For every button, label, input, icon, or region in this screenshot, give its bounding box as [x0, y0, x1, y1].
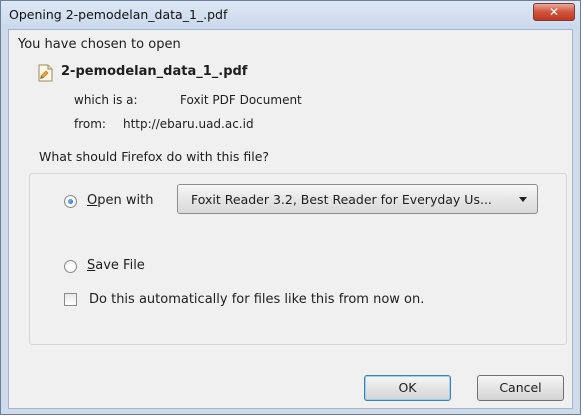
source-url: http://ebaru.uad.ac.id: [123, 117, 254, 131]
window-title: Opening 2-pemodelan_data_1_.pdf: [9, 7, 228, 22]
file-type-value: Foxit PDF Document: [180, 93, 302, 107]
open-with-label[interactable]: Open with: [87, 193, 153, 208]
save-file-label[interactable]: Save File: [87, 258, 145, 273]
chevron-down-icon: [519, 197, 527, 202]
dialog-heading: You have chosen to open: [18, 37, 181, 52]
close-button[interactable]: ✕: [533, 3, 575, 21]
application-select-value: Foxit Reader 3.2, Best Reader for Everyd…: [191, 192, 492, 207]
download-dialog-window: Opening 2-pemodelan_data_1_.pdf ✕ You ha…: [0, 0, 581, 415]
file-type-label: which is a:: [74, 93, 138, 107]
pdf-file-icon: [38, 64, 53, 82]
ok-button[interactable]: OK: [364, 375, 451, 401]
application-select[interactable]: Foxit Reader 3.2, Best Reader for Everyd…: [177, 184, 538, 214]
auto-action-label[interactable]: Do this automatically for files like thi…: [89, 292, 424, 307]
close-icon: ✕: [548, 5, 560, 19]
dialog-body: You have chosen to open 2-pemodelan_data…: [8, 29, 573, 409]
auto-action-checkbox[interactable]: [64, 293, 77, 306]
file-name: 2-pemodelan_data_1_.pdf: [61, 64, 248, 79]
save-file-radio[interactable]: [64, 260, 77, 273]
cancel-button[interactable]: Cancel: [477, 375, 564, 401]
source-label: from:: [74, 117, 106, 131]
action-group-label: What should Firefox do with this file?: [37, 149, 272, 164]
open-with-radio[interactable]: [64, 195, 77, 208]
title-bar[interactable]: Opening 2-pemodelan_data_1_.pdf ✕: [1, 1, 580, 29]
